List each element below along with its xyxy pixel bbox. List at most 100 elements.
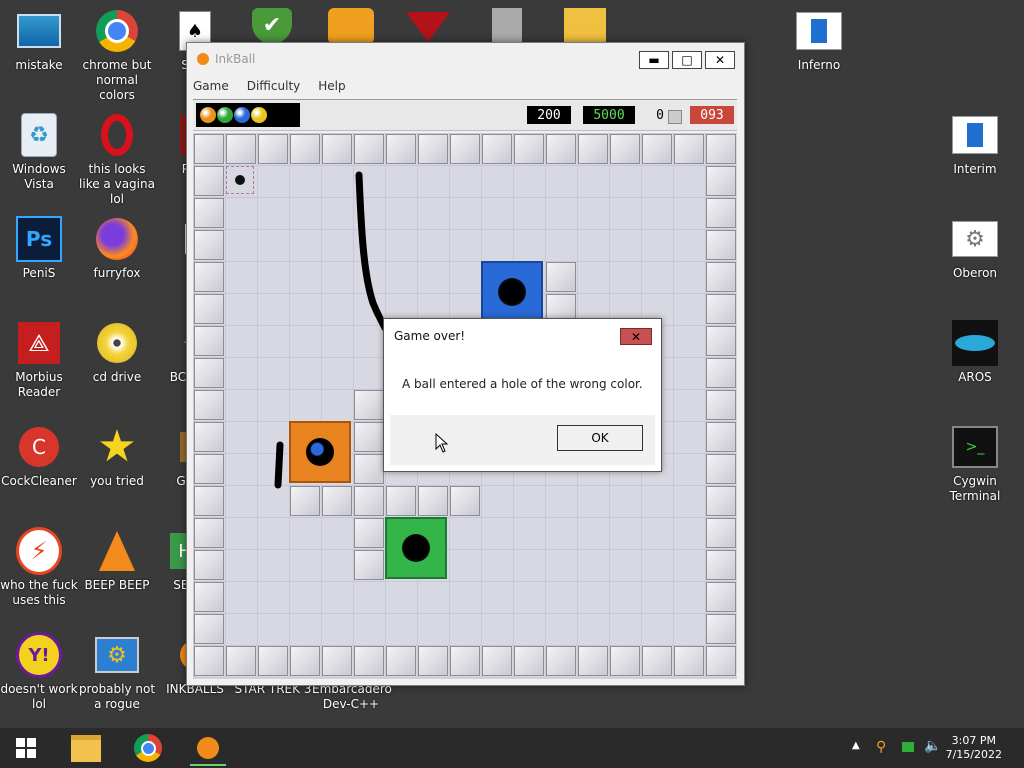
desktop-icon-label: Interim: [953, 162, 997, 176]
maximize-button[interactable]: □: [672, 51, 702, 69]
clock-time: 3:07 PM: [951, 734, 996, 747]
desktop: mistake ♻ Windows Vista Ps PeniS ⟁ Morbi…: [0, 0, 1024, 728]
desktop-icon-oberon[interactable]: ⚙ Oberon: [936, 216, 1014, 281]
mouse-cursor-icon: [435, 433, 449, 453]
minimize-button[interactable]: ▬: [639, 51, 669, 69]
taskbar-inkball[interactable]: [190, 732, 226, 766]
shield-check-icon: ✔: [252, 8, 292, 44]
taskbar-file-explorer[interactable]: [68, 732, 104, 764]
tray-volume-icon[interactable]: 🔈: [924, 738, 941, 754]
dialog-close-button[interactable]: ✕: [620, 328, 652, 345]
cd-drive-icon: [94, 320, 140, 366]
menu-help[interactable]: Help: [318, 79, 345, 93]
ink-line-1: [355, 171, 389, 332]
desktop-icon-aros[interactable]: AROS: [936, 320, 1014, 385]
ball-orange-icon: [200, 107, 216, 123]
tray-search-icon[interactable]: ⚲: [876, 739, 886, 755]
menu-bar: Game Difficulty Help: [187, 75, 744, 97]
terminal-icon: >_: [952, 424, 998, 470]
desktop-icon-label: doesn't work lol: [0, 682, 78, 711]
desktop-icon-rogue[interactable]: ⚙ probably not a rogue: [78, 632, 156, 712]
taskbar-chrome[interactable]: [130, 732, 166, 764]
document-icon: [952, 112, 998, 158]
desktop-icon-label: Morbius Reader: [15, 370, 63, 399]
counter-box-icon: [668, 110, 682, 124]
desktop-icon-label: furryfox: [93, 266, 141, 280]
file-gear-icon: [492, 8, 522, 44]
tray-overflow-chevron-icon[interactable]: ▲: [852, 740, 860, 751]
window-title: InkBall: [215, 52, 256, 66]
score-target: 5000: [583, 106, 635, 124]
desktop-icon-label: Embarcadero Dev-C++: [312, 682, 392, 711]
chrome-icon: [94, 8, 140, 54]
desktop-icon-ccleaner[interactable]: C CockCleaner: [0, 424, 78, 489]
ok-button[interactable]: OK: [557, 425, 643, 451]
ink-line-2: [274, 441, 284, 489]
desktop-icon-chrome[interactable]: chrome but normal colors: [78, 8, 156, 103]
menu-game[interactable]: Game: [193, 79, 229, 93]
settings-file-icon: ⚙: [952, 216, 998, 262]
desktop-icon-cygwin[interactable]: >_ Cygwin Terminal: [936, 424, 1014, 504]
desktop-icon-label: chrome but normal colors: [82, 58, 152, 102]
desktop-icon-label: Inferno: [797, 58, 841, 72]
ball-yellow-icon: [251, 107, 267, 123]
desktop-icon-cd[interactable]: cd drive: [78, 320, 156, 385]
folder-icon: [71, 734, 101, 762]
desktop-icon-inferno[interactable]: Inferno: [780, 8, 858, 73]
star-icon: ★: [97, 421, 137, 472]
desktop-icon-label: PeniS: [22, 266, 56, 280]
desktop-icon-label: cd drive: [92, 370, 142, 384]
desktop-icon-firefox[interactable]: furryfox: [78, 216, 156, 281]
chrome-icon: [134, 734, 162, 762]
desktop-icon-recycle[interactable]: ♻ Windows Vista: [0, 112, 78, 192]
desktop-icon-mistake[interactable]: mistake: [0, 8, 78, 73]
desktop-icon-label: AROS: [958, 370, 992, 384]
desktop-icon-devcpp[interactable]: Embarcadero Dev-C++: [312, 682, 392, 712]
menu-difficulty[interactable]: Difficulty: [247, 79, 301, 93]
desktop-icon-label: you tried: [90, 474, 144, 488]
desktop-icon-vlc[interactable]: BEEP BEEP: [78, 528, 156, 593]
firefox-icon: [94, 216, 140, 262]
desktop-icon-acrobat[interactable]: ⟁ Morbius Reader: [0, 320, 78, 400]
monitor-icon: [16, 8, 62, 54]
photoshop-icon: Ps: [16, 216, 62, 262]
ccleaner-icon: C: [16, 424, 62, 470]
game-hud: 200 5000 0 093: [193, 99, 737, 131]
package-icon: [564, 8, 606, 42]
ball-counter: 0: [656, 107, 664, 123]
angry-birds-icon: [328, 8, 374, 44]
desktop-icon-label: who the fuck uses this: [0, 578, 78, 607]
gear-monitor-icon: ⚙: [94, 632, 140, 678]
clock-date: 7/15/2022: [945, 748, 1002, 761]
ball-blue-icon: [234, 107, 250, 123]
desktop-icon-avast[interactable]: ⚡ who the fuck uses this: [0, 527, 78, 608]
desktop-icon-label: CockCleaner: [1, 474, 77, 488]
dialog-footer: OK: [390, 415, 655, 465]
timer: 093: [690, 106, 734, 124]
desktop-icon-label: probably not a rogue: [78, 682, 156, 711]
windows-logo-icon: [16, 738, 36, 758]
desktop-icon-opera[interactable]: this looks like a vagina lol: [78, 112, 156, 207]
taskbar-clock[interactable]: 3:07 PM 7/15/2022: [946, 734, 1002, 762]
desktop-icon-label: this looks like a vagina lol: [79, 162, 155, 206]
yahoo-messenger-icon: Y!: [16, 632, 62, 678]
score-current: 200: [527, 106, 571, 124]
opera-icon: [94, 112, 140, 158]
start-button[interactable]: [8, 732, 44, 764]
desktop-icon-yahoo[interactable]: Y! doesn't work lol: [0, 632, 78, 712]
recycle-bin-icon: ♻: [16, 112, 62, 158]
remaining-balls: [196, 103, 300, 127]
desktop-icon-label: Cygwin Terminal: [949, 474, 1001, 503]
pdf-reader-icon: ⟁: [16, 320, 62, 366]
desktop-icon-interim[interactable]: Interim: [936, 112, 1014, 177]
inkball-app-icon: [197, 53, 209, 65]
dialog-message: A ball entered a hole of the wrong color…: [402, 377, 643, 391]
desktop-icon-label: mistake: [15, 58, 63, 72]
document-icon: [796, 8, 842, 54]
tray-network-icon[interactable]: [902, 742, 914, 752]
taskbar: ▲ ⚲ 🔈 3:07 PM 7/15/2022: [0, 728, 1024, 768]
desktop-icon-photoshop[interactable]: Ps PeniS: [0, 216, 78, 281]
desktop-icon-label: Windows Vista: [12, 162, 66, 191]
desktop-icon-star[interactable]: ★ you tried: [78, 424, 156, 489]
close-button[interactable]: ✕: [705, 51, 735, 69]
